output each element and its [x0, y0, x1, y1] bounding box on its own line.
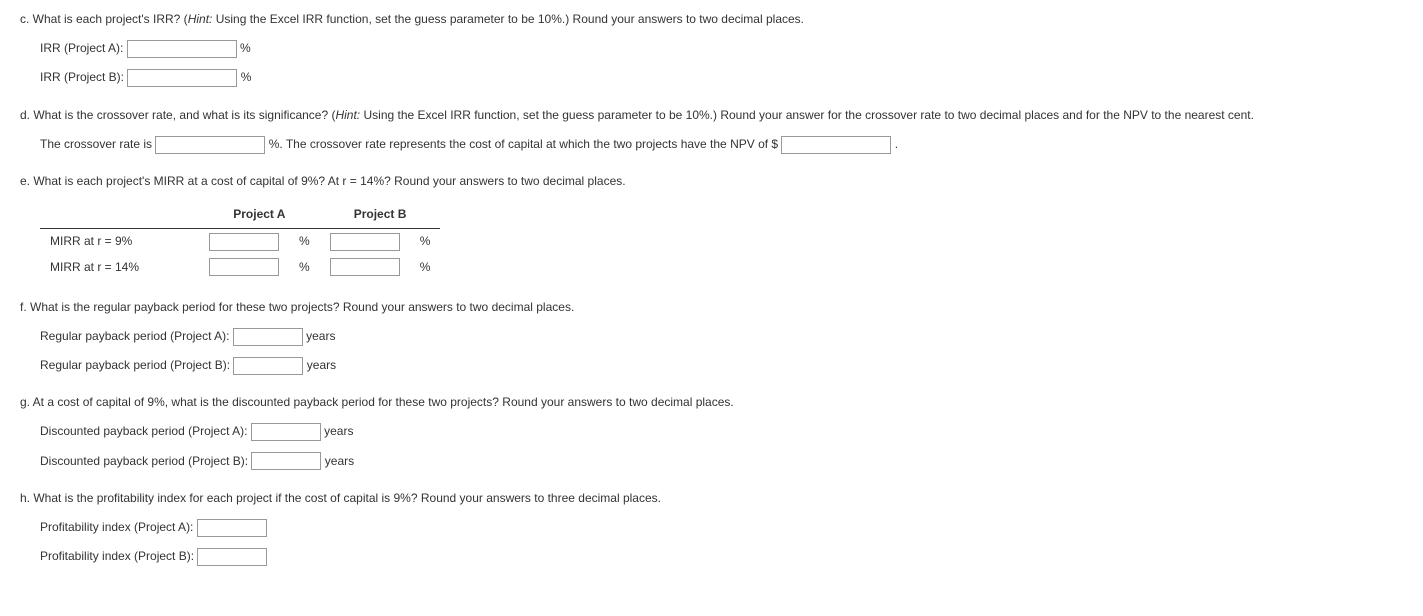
pct-cell: %: [289, 255, 320, 280]
question-g-text: g. At a cost of capital of 9%, what is t…: [20, 393, 1403, 412]
payback-b-row: Regular payback period (Project B): year…: [40, 356, 1403, 375]
question-f: f. What is the regular payback period fo…: [20, 298, 1403, 376]
disc-payback-a-label: Discounted payback period (Project A):: [40, 424, 251, 438]
payback-a-row: Regular payback period (Project A): year…: [40, 327, 1403, 346]
question-d-text: d. What is the crossover rate, and what …: [20, 106, 1403, 125]
disc-payback-a-row: Discounted payback period (Project A): y…: [40, 422, 1403, 441]
irr-b-label: IRR (Project B):: [40, 70, 127, 84]
question-g: g. At a cost of capital of 9%, what is t…: [20, 393, 1403, 471]
payback-a-label: Regular payback period (Project A):: [40, 329, 233, 343]
pi-b-label: Profitability index (Project B):: [40, 549, 197, 563]
question-c: c. What is each project's IRR? (Hint: Us…: [20, 10, 1403, 88]
irr-a-input[interactable]: [127, 40, 237, 58]
mirr-header-row: Project A Project B: [40, 201, 440, 229]
payback-b-input[interactable]: [233, 357, 303, 375]
question-c-text: c. What is each project's IRR? (Hint: Us…: [20, 10, 1403, 29]
question-h: h. What is the profitability index for e…: [20, 489, 1403, 567]
mirr-row-9: MIRR at r = 9% % %: [40, 229, 440, 255]
pct-unit: %: [241, 70, 252, 84]
mirr-9-b-input[interactable]: [330, 233, 400, 251]
question-d-intro: d. What is the crossover rate, and what …: [20, 108, 335, 122]
question-h-text: h. What is the profitability index for e…: [20, 489, 1403, 508]
irr-b-input[interactable]: [127, 69, 237, 87]
hint-label: Hint:: [188, 12, 213, 26]
question-e-text: e. What is each project's MIRR at a cost…: [20, 172, 1403, 191]
irr-b-row: IRR (Project B): %: [40, 68, 1403, 87]
empty-header: [40, 201, 199, 229]
mirr-9-label: MIRR at r = 9%: [40, 229, 199, 255]
years-unit: years: [306, 329, 335, 343]
mirr-9-a-input[interactable]: [209, 233, 279, 251]
crossover-end: .: [895, 137, 898, 151]
crossover-mid: %. The crossover rate represents the cos…: [269, 137, 782, 151]
question-c-intro: c. What is each project's IRR? (: [20, 12, 188, 26]
pct-unit: %: [240, 41, 251, 55]
disc-payback-a-input[interactable]: [251, 423, 321, 441]
disc-payback-b-input[interactable]: [251, 452, 321, 470]
mirr-14-a-input[interactable]: [209, 258, 279, 276]
years-unit: years: [307, 358, 336, 372]
question-d: d. What is the crossover rate, and what …: [20, 106, 1403, 154]
mirr-14-b-input[interactable]: [330, 258, 400, 276]
mirr-9-a-cell: [199, 229, 289, 255]
pi-a-input[interactable]: [197, 519, 267, 537]
question-e: e. What is each project's MIRR at a cost…: [20, 172, 1403, 280]
pct-cell: %: [410, 229, 441, 255]
hint-label: Hint:: [335, 108, 360, 122]
years-unit: years: [324, 424, 353, 438]
question-f-text: f. What is the regular payback period fo…: [20, 298, 1403, 317]
pct-cell: %: [289, 229, 320, 255]
crossover-npv-input[interactable]: [781, 136, 891, 154]
irr-a-label: IRR (Project A):: [40, 41, 127, 55]
payback-b-label: Regular payback period (Project B):: [40, 358, 233, 372]
pi-b-row: Profitability index (Project B):: [40, 547, 1403, 566]
crossover-rate-input[interactable]: [155, 136, 265, 154]
crossover-row: The crossover rate is %. The crossover r…: [40, 135, 1403, 154]
years-unit: years: [325, 454, 354, 468]
pi-a-row: Profitability index (Project A):: [40, 518, 1403, 537]
pi-a-label: Profitability index (Project A):: [40, 520, 197, 534]
pct-cell: %: [410, 255, 441, 280]
mirr-row-14: MIRR at r = 14% % %: [40, 255, 440, 280]
crossover-pre: The crossover rate is: [40, 137, 155, 151]
mirr-9-b-cell: [320, 229, 410, 255]
irr-a-row: IRR (Project A): %: [40, 39, 1403, 58]
mirr-14-b-cell: [320, 255, 410, 280]
mirr-14-a-cell: [199, 255, 289, 280]
project-b-header: Project B: [320, 201, 441, 229]
question-c-hint: Using the Excel IRR function, set the gu…: [212, 12, 804, 26]
mirr-14-label: MIRR at r = 14%: [40, 255, 199, 280]
pi-b-input[interactable]: [197, 548, 267, 566]
payback-a-input[interactable]: [233, 328, 303, 346]
project-a-header: Project A: [199, 201, 320, 229]
question-d-hint: Using the Excel IRR function, set the gu…: [360, 108, 1254, 122]
disc-payback-b-label: Discounted payback period (Project B):: [40, 454, 251, 468]
disc-payback-b-row: Discounted payback period (Project B): y…: [40, 452, 1403, 471]
mirr-table: Project A Project B MIRR at r = 9% % % M…: [40, 201, 440, 280]
